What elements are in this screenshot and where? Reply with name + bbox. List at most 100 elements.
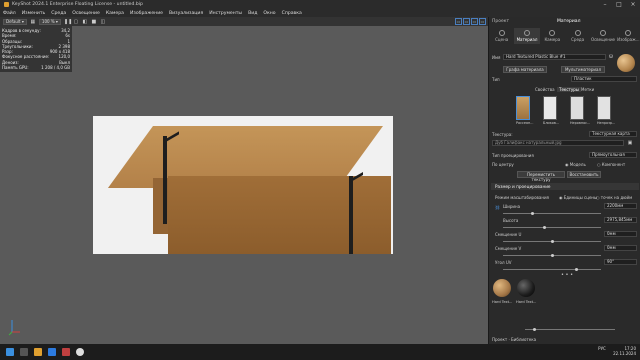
file-explorer-icon[interactable] — [34, 348, 42, 356]
slider-knob[interactable] — [533, 328, 536, 331]
slider-knob[interactable] — [575, 268, 578, 271]
tab-material[interactable]: Материал — [514, 28, 540, 44]
menu-window[interactable]: Окно — [263, 11, 275, 16]
minimize-icon[interactable]: – — [598, 0, 612, 9]
menu-lighting[interactable]: Освещение — [72, 11, 100, 16]
texture-thumb-diffuse[interactable] — [516, 96, 530, 120]
width-slider[interactable] — [503, 212, 601, 215]
material-ball-2[interactable] — [517, 279, 535, 297]
menu-tools[interactable]: Инструменты — [209, 11, 242, 16]
tab-image[interactable]: Изображ... — [616, 28, 640, 44]
radio-dpi[interactable]: ○ точек на дюйм — [596, 195, 632, 200]
offset-v-input[interactable]: 0мм — [604, 245, 637, 251]
projection-select[interactable]: Прямоугольная — [589, 152, 637, 158]
offset-u-input[interactable]: 0мм — [604, 231, 637, 237]
layout-icon-1[interactable]: ▭ — [455, 18, 462, 25]
clock[interactable]: 17:20 22.11.2024 — [613, 346, 636, 356]
width-input[interactable]: 2200мм — [604, 203, 637, 209]
radio-component[interactable]: ○ Компонент — [597, 162, 625, 167]
save-material-icon[interactable]: ⛁ — [608, 54, 614, 60]
offset-u-slider[interactable] — [503, 240, 601, 243]
camera-icon — [549, 30, 556, 36]
type-label: Тип — [492, 77, 500, 82]
radio-component-label: Компонент — [601, 162, 626, 167]
texture-thumb-opacity[interactable] — [597, 96, 611, 120]
uv-angle-slider[interactable] — [503, 268, 601, 271]
slider-knob[interactable] — [543, 226, 546, 229]
bottom-tabs[interactable]: Проект · Библиотека — [492, 337, 536, 342]
uv-angle-input[interactable]: 90° — [604, 259, 637, 265]
menu-environment[interactable]: Среда — [51, 11, 66, 16]
language-indicator[interactable]: РУС — [598, 346, 606, 351]
close-icon[interactable]: × — [626, 0, 640, 9]
render-image[interactable] — [93, 116, 393, 254]
menu-edit[interactable]: Изменить — [22, 11, 46, 16]
camera-lock-icon[interactable]: ◧ — [82, 19, 88, 25]
system-tray[interactable]: РУС 17:20 22.11.2024 — [598, 346, 636, 356]
material-type-select[interactable]: Пластик — [571, 76, 637, 82]
maximize-icon[interactable]: □ — [612, 0, 626, 9]
menu-render[interactable]: Визуализация — [169, 11, 203, 16]
tab-lighting[interactable]: Освещение — [590, 28, 615, 44]
layout-icon-3[interactable]: ▭ — [471, 18, 478, 25]
axis-gizmo[interactable] — [8, 318, 22, 336]
pager-dots[interactable]: • • • — [561, 272, 573, 278]
folder-icon[interactable]: ▣ — [627, 140, 633, 146]
slider-knob[interactable] — [551, 254, 554, 257]
material-preview[interactable] — [617, 54, 635, 72]
offset-v-slider[interactable] — [503, 254, 601, 257]
tab-environment[interactable]: Среда — [565, 28, 590, 44]
texture-type-select[interactable]: Текстурная карта — [589, 131, 637, 137]
tab-scene[interactable]: Сцена — [489, 28, 514, 44]
browser-icon[interactable] — [48, 348, 56, 356]
mode-select[interactable]: Default ▾ — [3, 18, 27, 25]
grid-icon[interactable]: ▦ — [30, 19, 36, 25]
texture-thumb-bump[interactable] — [570, 96, 584, 120]
zoom-select[interactable]: 100 % ▾ — [38, 18, 61, 25]
region-icon[interactable]: ▢ — [73, 19, 79, 25]
thumbnail-size-slider[interactable] — [525, 328, 615, 331]
menu-view[interactable]: Вид — [248, 11, 257, 16]
pause-icon[interactable]: ❚❚ — [64, 19, 72, 25]
stat-row: Память GPU: 1 208 / 4,0 GB — [2, 65, 70, 70]
menu-camera[interactable]: Камера — [106, 11, 124, 16]
subtab-properties[interactable]: Свойства — [535, 87, 555, 92]
metal-strap-left — [163, 136, 167, 224]
slider-knob[interactable] — [531, 212, 534, 215]
subtab-labels[interactable]: Метки — [581, 87, 594, 92]
offset-v-label: Смещение V — [495, 246, 522, 251]
slider-knob[interactable] — [551, 240, 554, 243]
mode-value: Default — [6, 18, 21, 24]
menu-help[interactable]: Справка — [282, 11, 302, 16]
menu-image[interactable]: Изображение — [130, 11, 163, 16]
texture-file-input[interactable]: Дуб Галифакс натуральный.jpg — [492, 140, 624, 146]
multimaterial-button[interactable]: Мультиматериал — [561, 66, 605, 73]
radio-model[interactable]: ◉ Модель — [565, 162, 586, 167]
keyshot-logo-icon — [4, 2, 9, 7]
restore-button[interactable]: Восстановить — [567, 171, 601, 178]
subtab-textures[interactable]: Текстуры — [557, 87, 581, 92]
search-icon[interactable] — [20, 348, 28, 356]
stop-icon[interactable]: ■ — [91, 19, 97, 25]
height-input[interactable]: 2975,845мм — [604, 217, 637, 223]
move-texture-button[interactable]: Перемистить текстуру — [517, 171, 565, 182]
layout-icon-4[interactable]: ▭ — [479, 18, 486, 25]
app-icon[interactable] — [62, 348, 70, 356]
material-graph-button[interactable]: Графа материала — [503, 66, 547, 73]
height-slider[interactable] — [503, 226, 601, 229]
screenshot-icon[interactable]: ◫ — [100, 19, 106, 25]
tab-camera[interactable]: Камера — [540, 28, 565, 44]
texture-thumb-specular[interactable] — [543, 96, 557, 120]
link-icon[interactable]: ⛓ — [495, 205, 500, 210]
layout-icon-2[interactable]: ▭ — [463, 18, 470, 25]
name-label: Имя — [492, 55, 501, 60]
material-name-input[interactable]: Hard Textured Plastic Blue #1 — [503, 54, 606, 60]
windows-start-icon[interactable] — [6, 348, 14, 356]
menu-file[interactable]: Файл — [3, 11, 16, 16]
material-ball-1[interactable] — [493, 279, 511, 297]
keyshot-taskbar-icon[interactable] — [76, 348, 84, 356]
size-projection-section[interactable]: Размер и проецирование — [491, 183, 639, 190]
radio-scene-units[interactable]: ◉ Единицы сцены — [559, 195, 597, 200]
tab-label: Камера — [544, 37, 561, 42]
window-title: KeyShot 2024.1 Enterprise Floating Licen… — [12, 2, 143, 7]
